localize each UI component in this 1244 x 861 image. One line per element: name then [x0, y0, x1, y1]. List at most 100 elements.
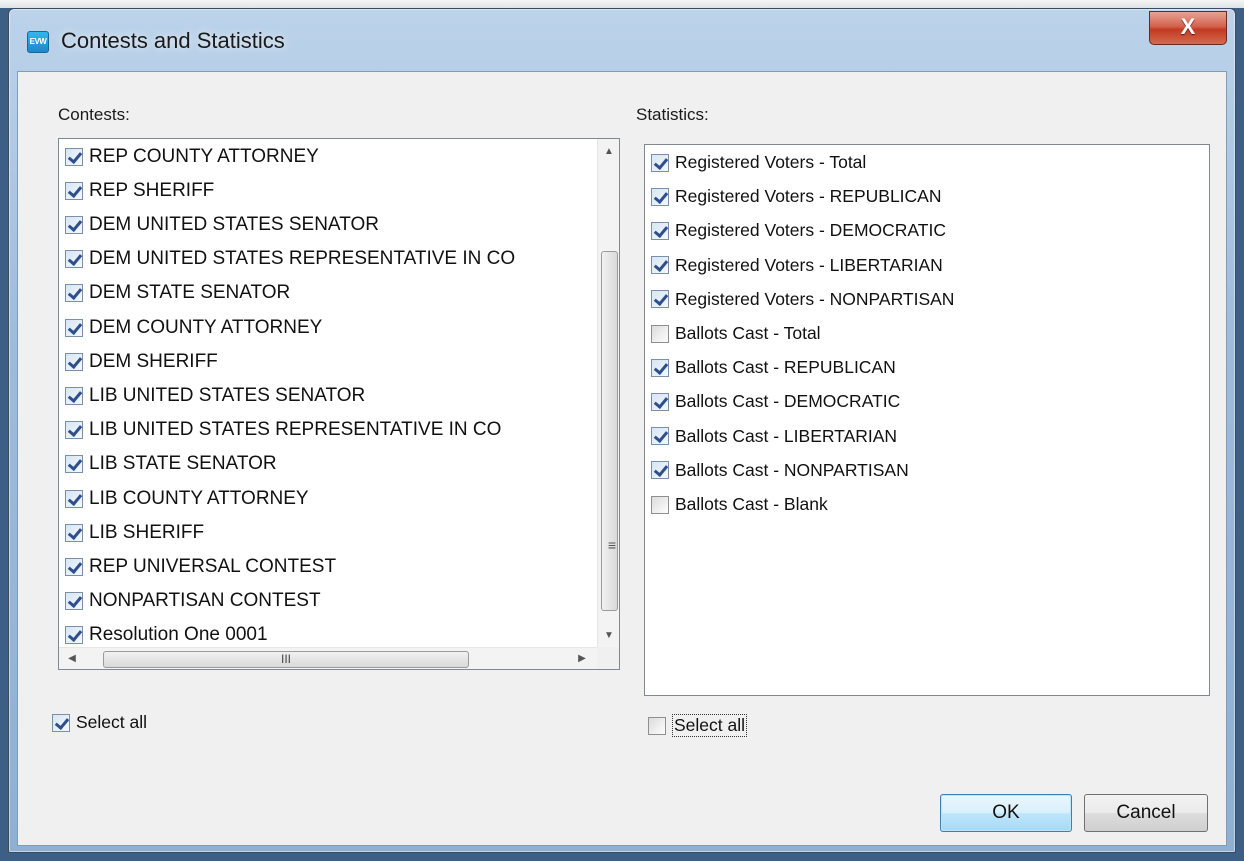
statistics-select-all-checkbox[interactable] [648, 716, 666, 735]
statistics-item-label: Ballots Cast - DEMOCRATIC [675, 391, 901, 412]
scroll-left-arrow-icon[interactable]: ◀ [61, 648, 83, 670]
contests-vertical-scrollbar[interactable]: ▲ ≡ ▼ [597, 139, 619, 649]
contests-item-checkbox[interactable] [65, 318, 83, 337]
statistics-list-item[interactable]: Registered Voters - Total [651, 146, 866, 179]
contests-list-item[interactable]: DEM UNITED STATES REPRESENTATIVE IN CO [65, 243, 515, 276]
scrollbar-corner [597, 647, 619, 669]
contests-item-label: DEM STATE SENATOR [89, 282, 291, 304]
cancel-button[interactable]: Cancel [1084, 794, 1208, 832]
statistics-item-label: Ballots Cast - REPUBLICAN [675, 357, 896, 378]
contests-list-item[interactable]: DEM UNITED STATES SENATOR [65, 208, 379, 241]
statistics-item-checkbox[interactable] [651, 461, 669, 480]
statistics-item-label: Registered Voters - Total [675, 152, 867, 172]
contests-list-item[interactable]: LIB COUNTY ATTORNEY [65, 482, 309, 515]
contests-item-checkbox[interactable] [65, 181, 83, 200]
contests-list-item[interactable]: LIB UNITED STATES SENATOR [65, 379, 365, 412]
statistics-list-item[interactable]: Ballots Cast - REPUBLICAN [651, 351, 896, 384]
statistics-item-checkbox[interactable] [651, 358, 669, 377]
contests-item-label: DEM UNITED STATES REPRESENTATIVE IN CO [89, 248, 516, 270]
statistics-item-checkbox[interactable] [651, 324, 669, 343]
window-title: Contests and Statistics [61, 28, 285, 53]
statistics-item-checkbox[interactable] [651, 290, 669, 309]
scroll-grip-icon: ≡ [607, 537, 617, 553]
contests-item-checkbox[interactable] [65, 592, 83, 611]
contests-item-label: REP COUNTY ATTORNEY [89, 145, 319, 167]
contests-horizontal-scroll-thumb[interactable]: III [103, 651, 469, 668]
statistics-select-all[interactable]: Select all [648, 714, 748, 737]
contests-item-checkbox[interactable] [65, 557, 83, 576]
statistics-select-all-label: Select all [672, 714, 748, 737]
statistics-item-label: Registered Voters - NONPARTISAN [675, 288, 955, 309]
contests-list-item[interactable]: DEM COUNTY ATTORNEY [65, 311, 322, 344]
statistics-item-checkbox[interactable] [651, 392, 669, 411]
statistics-list-item[interactable]: Ballots Cast - Total [651, 317, 821, 350]
statistics-list-item[interactable]: Ballots Cast - DEMOCRATIC [651, 385, 900, 418]
statistics-item-checkbox[interactable] [651, 153, 669, 172]
contests-list-item[interactable]: LIB SHERIFF [65, 516, 204, 549]
app-icon: EVW [27, 31, 49, 53]
contests-item-checkbox[interactable] [65, 489, 83, 508]
statistics-list-item[interactable]: Registered Voters - LIBERTARIAN [651, 249, 943, 282]
contests-list-item[interactable]: LIB STATE SENATOR [65, 448, 277, 481]
statistics-listbox[interactable]: Registered Voters - Total Registered Vote… [644, 144, 1210, 696]
desktop-background [0, 0, 1244, 8]
contests-item-checkbox[interactable] [65, 250, 83, 269]
contests-label: Contests: [58, 105, 130, 124]
contests-item-checkbox[interactable] [65, 147, 83, 166]
contests-item-checkbox[interactable] [65, 386, 83, 405]
contests-item-label: LIB STATE SENATOR [89, 453, 277, 475]
statistics-list-item[interactable]: Registered Voters - DEMOCRATIC [651, 214, 946, 247]
contests-vertical-scroll-thumb[interactable]: ≡ [601, 251, 618, 611]
contests-list-item[interactable]: REP COUNTY ATTORNEY [65, 140, 319, 173]
contests-item-checkbox[interactable] [65, 626, 83, 645]
statistics-list-item[interactable]: Ballots Cast - NONPARTISAN [651, 454, 909, 487]
ok-button[interactable]: OK [940, 794, 1072, 832]
contests-item-label: NONPARTISAN CONTEST [89, 590, 321, 612]
contests-item-label: LIB UNITED STATES REPRESENTATIVE IN CO [89, 419, 502, 441]
contests-item-label: LIB UNITED STATES SENATOR [89, 384, 366, 406]
contests-horizontal-scrollbar[interactable]: ◀ III ▶ [59, 647, 597, 669]
close-button[interactable]: X [1149, 11, 1227, 45]
statistics-item-label: Ballots Cast - LIBERTARIAN [675, 425, 898, 446]
contests-item-checkbox[interactable] [65, 421, 83, 440]
contests-list-item[interactable]: Resolution One 0001 [65, 619, 268, 647]
contests-item-checkbox[interactable] [65, 352, 83, 371]
title-bar[interactable]: EVW Contests and Statistics X [9, 9, 1235, 71]
contests-item-checkbox[interactable] [65, 523, 83, 542]
contests-list-item[interactable]: NONPARTISAN CONTEST [65, 585, 321, 618]
statistics-item-label: Ballots Cast - NONPARTISAN [675, 459, 909, 480]
contests-item-label: REP SHERIFF [89, 179, 215, 201]
statistics-list-item[interactable]: Registered Voters - REPUBLICAN [651, 180, 942, 213]
contests-select-all-checkbox[interactable] [52, 713, 70, 732]
contests-list-item[interactable]: REP SHERIFF [65, 174, 214, 207]
contests-list-item[interactable]: LIB UNITED STATES REPRESENTATIVE IN CO [65, 414, 501, 447]
contests-item-checkbox[interactable] [65, 215, 83, 234]
statistics-list-item[interactable]: Ballots Cast - LIBERTARIAN [651, 420, 897, 453]
scroll-down-arrow-icon[interactable]: ▼ [598, 625, 620, 647]
statistics-label: Statistics: [636, 105, 709, 124]
statistics-item-checkbox[interactable] [651, 427, 669, 446]
contests-listbox[interactable]: REP COUNTY ATTORNEY REP SHERIFF DEM UNITED… [58, 138, 620, 670]
contests-list-viewport: REP COUNTY ATTORNEY REP SHERIFF DEM UNITED… [59, 139, 597, 647]
statistics-item-checkbox[interactable] [651, 187, 669, 206]
dialog-window: EVW Contests and Statistics X Contests: … [8, 8, 1236, 853]
contests-item-checkbox[interactable] [65, 284, 83, 303]
scroll-right-arrow-icon[interactable]: ▶ [571, 648, 593, 670]
contests-list-item[interactable]: DEM STATE SENATOR [65, 277, 290, 310]
statistics-item-checkbox[interactable] [651, 256, 669, 275]
contests-item-label: Resolution One 0001 [89, 624, 268, 646]
contests-select-all[interactable]: Select all [52, 712, 147, 733]
contests-item-label: LIB COUNTY ATTORNEY [89, 487, 309, 509]
statistics-list-item[interactable]: Registered Voters - NONPARTISAN [651, 283, 954, 316]
contests-list-item[interactable]: DEM SHERIFF [65, 345, 218, 378]
scroll-up-arrow-icon[interactable]: ▲ [598, 141, 620, 163]
contests-list-item[interactable]: REP UNIVERSAL CONTEST [65, 550, 336, 583]
statistics-item-checkbox[interactable] [651, 495, 669, 514]
statistics-item-label: Ballots Cast - Total [675, 323, 821, 343]
statistics-list-item[interactable]: Ballots Cast - Blank [651, 488, 828, 521]
contests-item-label: REP UNIVERSAL CONTEST [89, 555, 337, 577]
statistics-item-label: Ballots Cast - Blank [675, 494, 828, 514]
contests-item-checkbox[interactable] [65, 455, 83, 474]
statistics-item-label: Registered Voters - LIBERTARIAN [675, 254, 943, 275]
statistics-item-checkbox[interactable] [651, 221, 669, 240]
